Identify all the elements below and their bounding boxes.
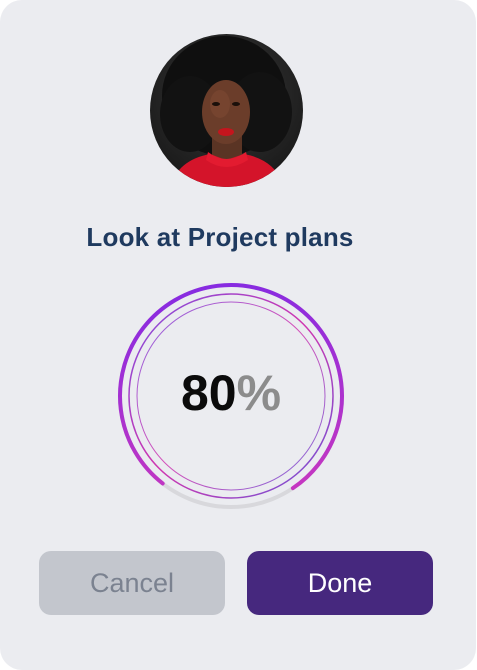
progress-number: 80 xyxy=(180,365,237,421)
avatar xyxy=(150,34,303,187)
task-title: Look at Project plans xyxy=(86,222,354,252)
task-card: Look at Project plans 80% Cancel Done xyxy=(0,0,476,670)
avatar-photo xyxy=(150,34,303,187)
progress-unit: % xyxy=(236,365,282,421)
done-button[interactable]: Done xyxy=(247,551,433,615)
progress-percent-label: 80% xyxy=(113,362,349,424)
cancel-button[interactable]: Cancel xyxy=(39,551,225,615)
